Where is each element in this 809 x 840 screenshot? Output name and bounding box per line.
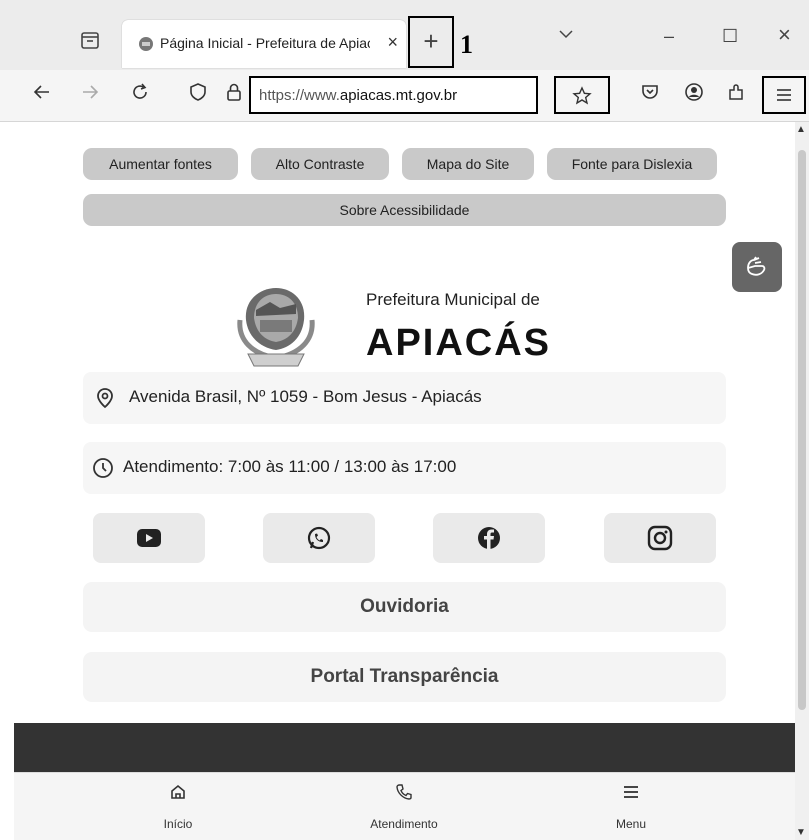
hours-row: Atendimento: 7:00 às 11:00 / 13:00 às 17…	[83, 442, 726, 494]
new-tab-button[interactable]: +	[408, 16, 454, 68]
scroll-up-icon[interactable]: ▲	[796, 124, 806, 135]
url-text: https://www.apiacas.mt.gov.br	[259, 87, 458, 104]
browser-navbar: https://www.apiacas.mt.gov.br 2 3 4	[0, 70, 809, 149]
location-pin-icon	[97, 388, 113, 409]
app-menu-button[interactable]	[762, 76, 806, 114]
sign-language-icon	[747, 256, 766, 276]
phone-icon	[396, 784, 412, 800]
instagram-icon	[647, 525, 673, 551]
clock-icon	[93, 458, 113, 478]
high-contrast-button[interactable]: Alto Contraste	[251, 148, 389, 180]
about-accessibility-button[interactable]: Sobre Acessibilidade	[83, 194, 726, 226]
scroll-down-icon[interactable]: ▼	[796, 827, 806, 838]
minimize-button[interactable]: –	[664, 26, 674, 47]
menu-icon	[624, 786, 638, 798]
facebook-icon	[478, 527, 500, 549]
reload-icon[interactable]	[130, 82, 150, 108]
instagram-button[interactable]	[604, 513, 716, 563]
home-icon	[171, 784, 185, 799]
forward-icon[interactable]	[80, 82, 100, 108]
tab-list-icon[interactable]	[78, 28, 102, 52]
hours-text: Atendimento: 7:00 às 11:00 / 13:00 às 17…	[123, 457, 457, 476]
ouvidoria-link[interactable]: Ouvidoria	[83, 582, 726, 632]
bottom-nav-contact-label: Atendimento	[370, 817, 438, 831]
browser-titlebar: Página Inicial - Prefeitura de Apiacás ×…	[0, 0, 809, 70]
star-icon	[572, 86, 592, 105]
dark-footer-band	[14, 723, 795, 773]
sign-language-button[interactable]	[732, 242, 782, 292]
city-coat-of-arms-logo	[236, 280, 328, 370]
address-text: Avenida Brasil, Nº 1059 - Bom Jesus - Ap…	[129, 387, 482, 406]
scrollbar-thumb[interactable]	[798, 150, 806, 710]
url-bar[interactable]: https://www.apiacas.mt.gov.br	[249, 76, 538, 114]
header-title: APIACÁS	[366, 322, 552, 364]
youtube-icon	[137, 529, 161, 547]
page-scrollbar[interactable]: ▲ ▼	[795, 122, 809, 840]
extensions-icon[interactable]	[726, 82, 746, 108]
favicon-icon	[139, 37, 153, 51]
hamburger-icon	[777, 89, 791, 101]
whatsapp-icon	[307, 526, 331, 550]
bottom-nav-home[interactable]: Início	[118, 783, 238, 833]
bottom-nav-menu-label: Menu	[615, 817, 647, 831]
youtube-button[interactable]	[93, 513, 205, 563]
facebook-button[interactable]	[433, 513, 545, 563]
bottom-nav-home-label: Início	[163, 817, 193, 831]
site-map-button[interactable]: Mapa do Site	[402, 148, 534, 180]
back-icon[interactable]	[32, 82, 52, 108]
increase-font-button[interactable]: Aumentar fontes	[83, 148, 238, 180]
bookmark-star-button[interactable]	[554, 76, 610, 114]
bottom-navigation: Início Atendimento Menu	[14, 772, 795, 840]
annotation-1: 1	[460, 30, 473, 59]
account-icon[interactable]	[684, 82, 704, 108]
close-window-button[interactable]: ×	[778, 22, 791, 48]
tab-overflow-chevron-icon[interactable]	[558, 26, 574, 47]
lock-icon[interactable]	[224, 82, 244, 108]
dyslexia-font-button[interactable]: Fonte para Dislexia	[547, 148, 717, 180]
maximize-button[interactable]: ☐	[722, 26, 738, 47]
transparency-portal-link[interactable]: Portal Transparência	[83, 652, 726, 702]
browser-tab[interactable]: Página Inicial - Prefeitura de Apiacás ×	[122, 20, 406, 68]
tab-title: Página Inicial - Prefeitura de Apiacás	[160, 35, 370, 51]
pocket-icon[interactable]	[640, 82, 660, 108]
whatsapp-button[interactable]	[263, 513, 375, 563]
tab-close-icon[interactable]: ×	[387, 32, 398, 53]
bottom-nav-contact[interactable]: Atendimento	[344, 783, 464, 833]
address-row: Avenida Brasil, Nº 1059 - Bom Jesus - Ap…	[83, 372, 726, 424]
header-subtitle: Prefeitura Municipal de	[366, 290, 540, 309]
bottom-nav-menu[interactable]: Menu	[571, 783, 691, 833]
shield-icon[interactable]	[188, 82, 208, 108]
